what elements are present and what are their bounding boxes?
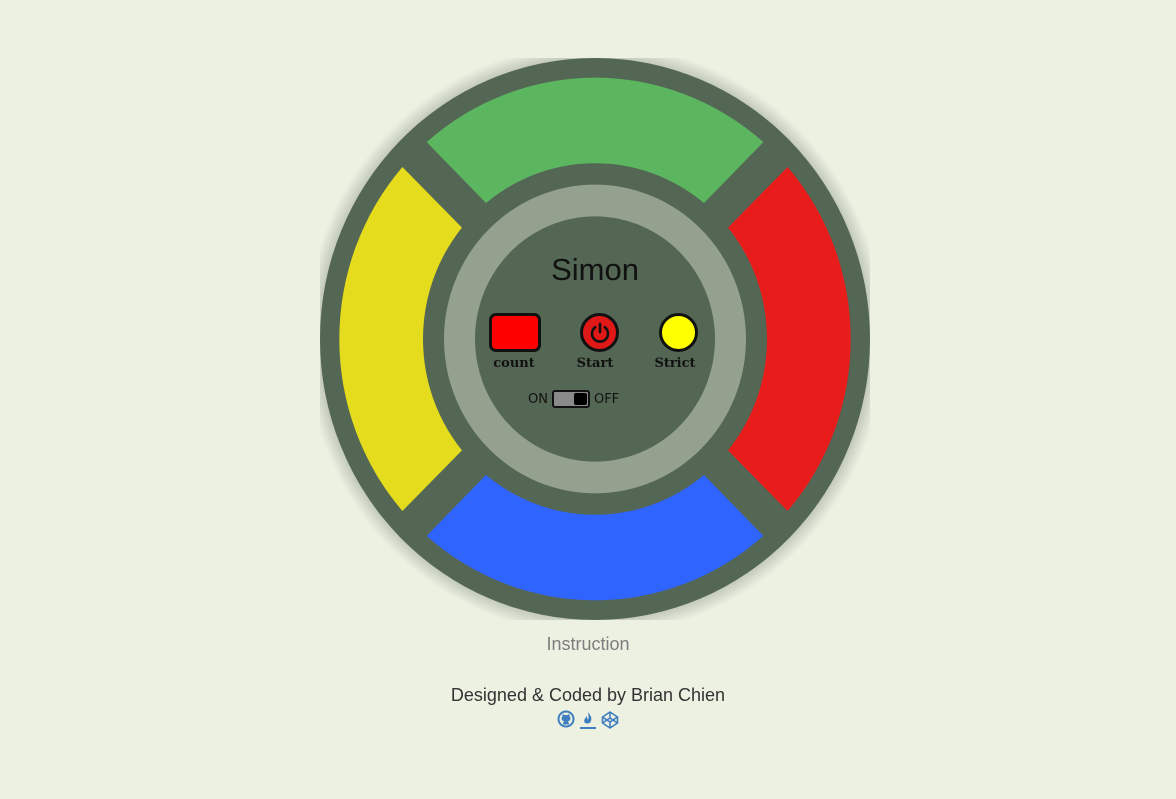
power-icon [590, 322, 609, 343]
game-title: Simon [551, 252, 639, 287]
social-links [0, 710, 1176, 730]
count-label: count [493, 356, 535, 371]
credit-text: Designed & Coded by Brian Chien [450, 685, 726, 705]
switch-off-label: OFF [593, 391, 620, 407]
codepen-icon[interactable] [601, 710, 619, 730]
github-icon[interactable] [557, 710, 575, 730]
start-button[interactable] [580, 313, 619, 352]
instruction-link[interactable]: Instruction [0, 634, 1176, 655]
power-switch[interactable] [551, 390, 590, 408]
strict-button[interactable] [659, 313, 698, 352]
switch-on-label: ON [528, 391, 548, 407]
freecodecamp-icon[interactable] [579, 710, 597, 730]
strict-label: Strict [654, 356, 696, 371]
start-label: Start [576, 356, 614, 371]
power-switch-row: ON OFF [528, 390, 619, 408]
page: Simon count Start Strict ON OFF Instruct… [0, 0, 1176, 799]
count-display [489, 313, 541, 352]
power-switch-knob [573, 393, 587, 405]
simon-board: Simon count Start Strict ON OFF [320, 58, 870, 620]
